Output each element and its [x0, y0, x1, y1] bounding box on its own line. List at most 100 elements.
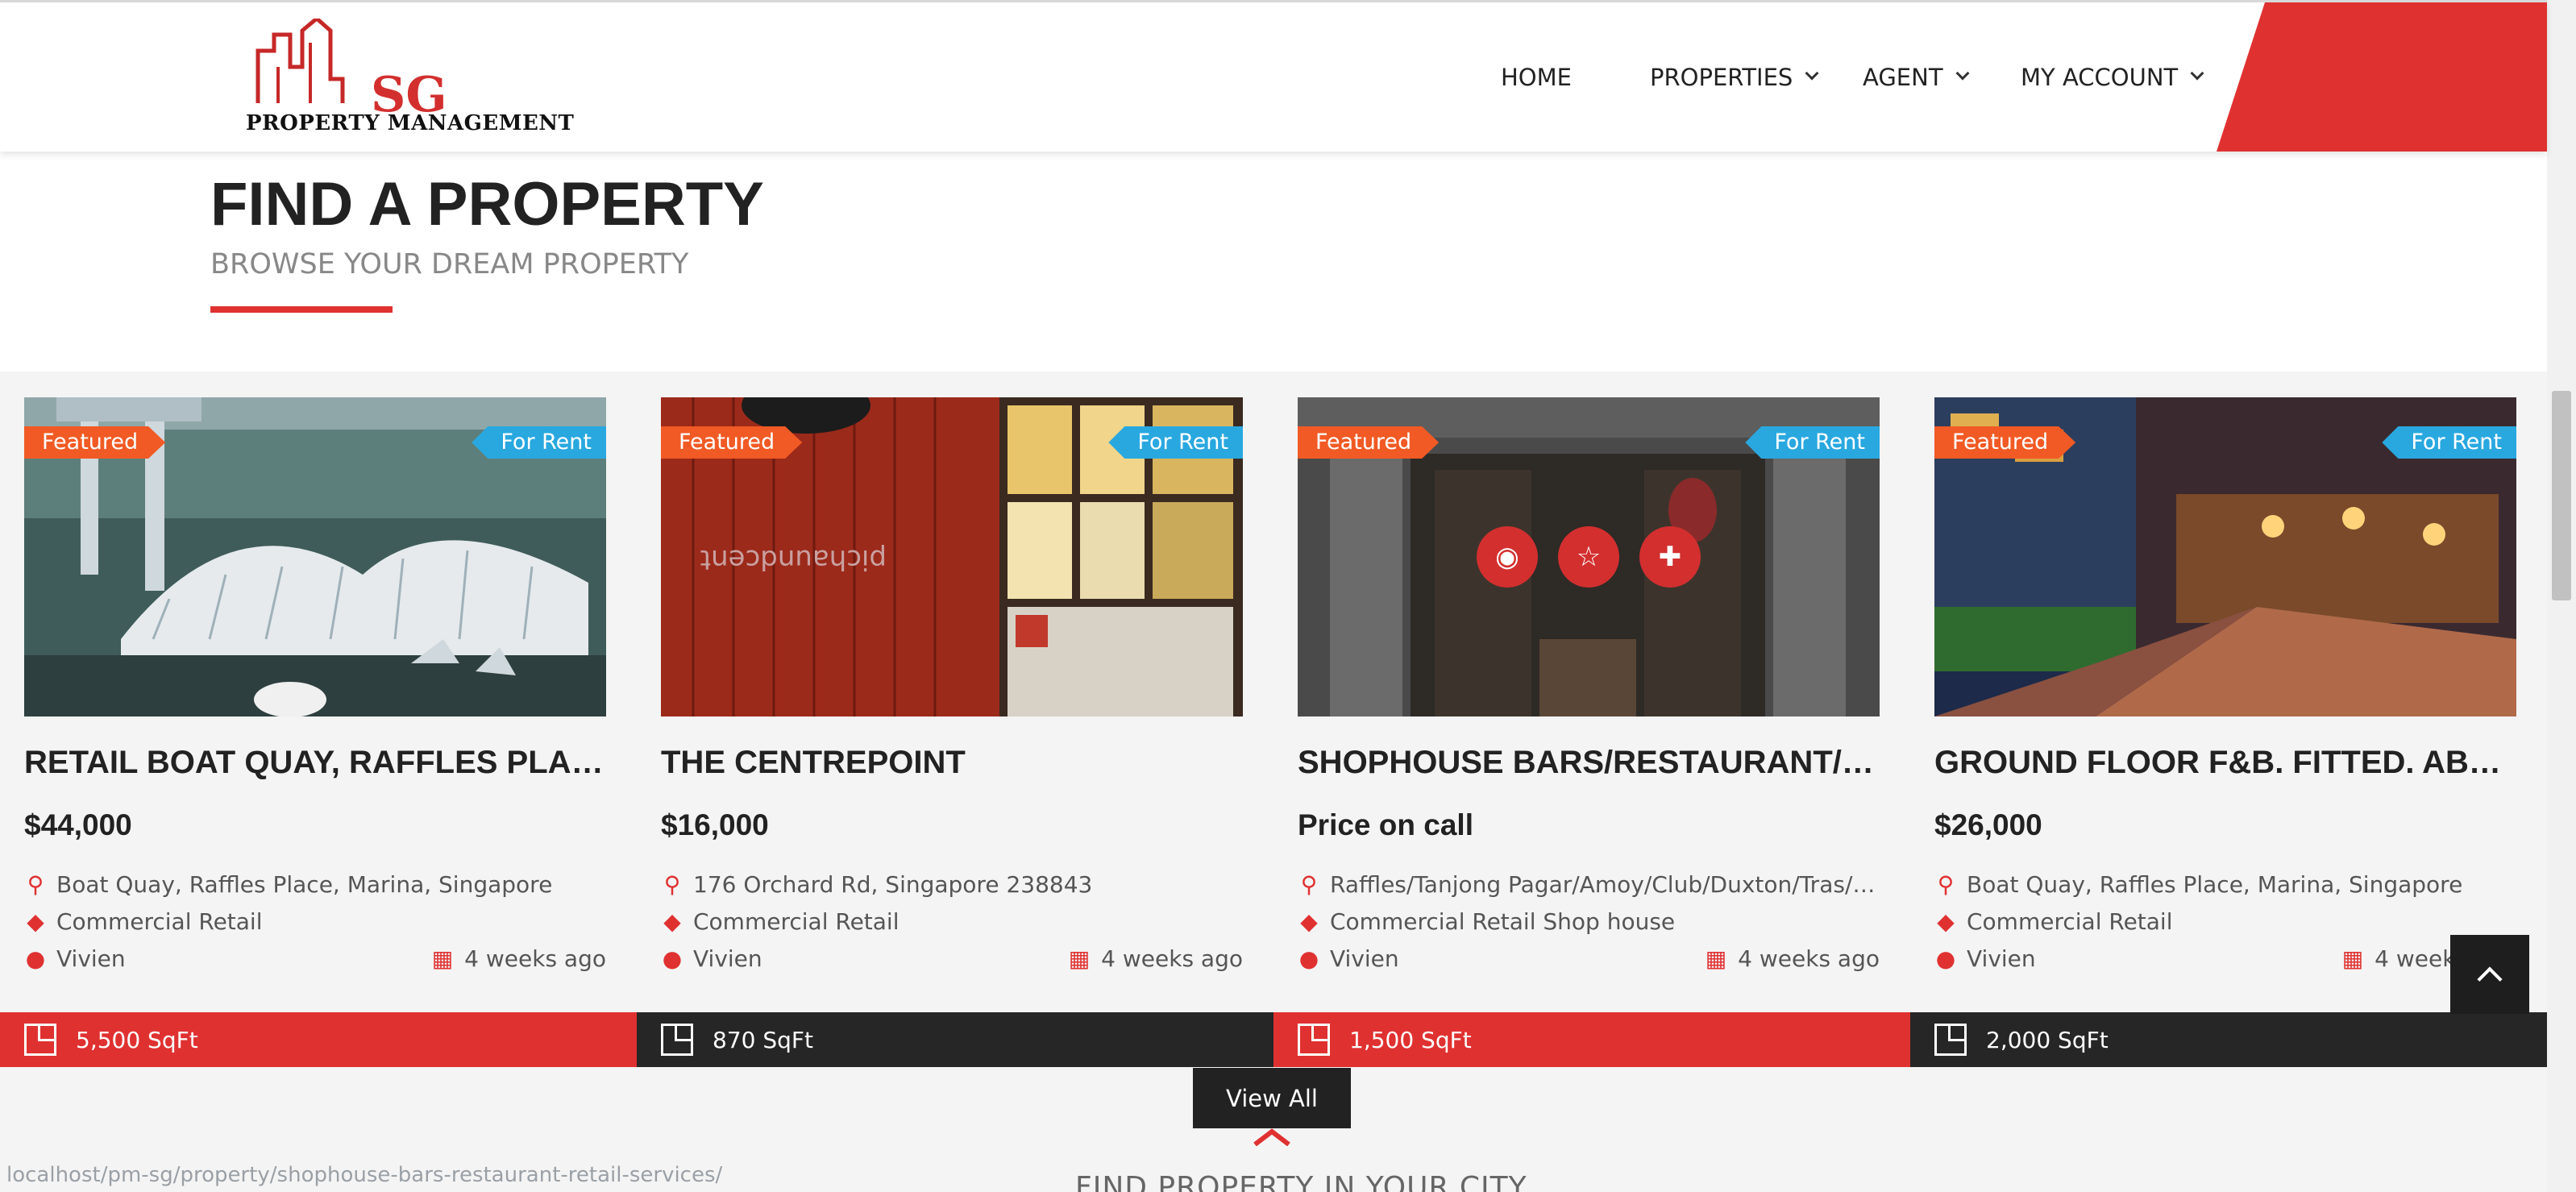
agent-text: Vivien [693, 945, 762, 972]
area-text: 2,000 SqFt [1986, 1026, 2109, 1053]
property-image[interactable]: pichaundcent Featured For Rent [661, 397, 1243, 716]
site-header: SG PROPERTY MANAGEMENT HOME PROPERTIES A… [0, 0, 2547, 152]
location-text: 176 Orchard Rd, Singapore 238843 [693, 871, 1093, 898]
property-price: $26,000 [1934, 808, 2042, 841]
type-text: Commercial Retail [1967, 908, 2173, 935]
user-icon: ● [662, 945, 683, 972]
browser-status-url: localhost/pm-sg/property/shophouse-bars-… [6, 1163, 723, 1187]
location-text: Boat Quay, Raffles Place, Marina, Singap… [56, 871, 553, 898]
property-agent[interactable]: ● Vivien [1934, 945, 2257, 972]
floorplan-icon [24, 1024, 56, 1056]
nav-my-account[interactable]: MY ACCOUNT [2021, 64, 2204, 91]
property-price: $16,000 [661, 808, 769, 841]
tag-icon: ◆ [663, 908, 681, 935]
property-title[interactable]: SHOPHOUSE BARS/RESTAURANT/RETAIL SERVICE… [1298, 745, 1880, 781]
back-to-top-button[interactable] [2450, 935, 2529, 1014]
property-card[interactable]: Featured For Rent RETAIL BOAT QUAY, RAFF… [0, 372, 637, 1068]
image-action-buttons: ◉ ☆ ✚ [1298, 526, 1880, 588]
property-card[interactable]: pichaundcent Featured For Rent THE CENTR… [637, 372, 1273, 1068]
site-logo[interactable]: SG PROPERTY MANAGEMENT [246, 19, 574, 139]
property-date: ▦ 4 weeks ago [1069, 945, 1243, 972]
section-underline [210, 306, 393, 313]
location-text: Boat Quay, Raffles Place, Marina, Singap… [1967, 871, 2463, 898]
nav-properties[interactable]: PROPERTIES [1650, 64, 1819, 91]
tag-icon: ◆ [1300, 908, 1318, 935]
area-text: 5,500 SqFt [76, 1026, 198, 1053]
nav-home[interactable]: HOME [1501, 64, 1572, 91]
property-type: ◆ Commercial Retail [24, 908, 606, 935]
property-type: ◆ Commercial Retail [661, 908, 1243, 935]
property-price: $44,000 [24, 808, 132, 841]
featured-badge: Featured [661, 426, 803, 459]
chevron-down-icon [1805, 66, 1819, 81]
map-marker-icon: ⚲ [663, 871, 681, 898]
view-all-label: View All [1226, 1084, 1318, 1112]
status-badge: For Rent [1745, 426, 1880, 459]
property-agent[interactable]: ● Vivien [661, 945, 983, 972]
chevron-down-icon [2190, 66, 2204, 81]
calendar-icon: ▦ [2341, 945, 2364, 972]
type-text: Commercial Retail [693, 908, 900, 935]
property-area-bar: 1,500 SqFt [1273, 1012, 1910, 1067]
area-text: 870 SqFt [713, 1026, 813, 1053]
map-marker-icon: ⚲ [1937, 871, 1955, 898]
property-area-bar: 5,500 SqFt [0, 1012, 637, 1067]
calendar-icon: ▦ [431, 945, 454, 972]
status-badge: For Rent [2382, 426, 2516, 459]
header-accent-shape [2217, 2, 2547, 152]
property-area-bar: 870 SqFt [637, 1012, 1273, 1067]
nav-agent-label: AGENT [1863, 64, 1943, 91]
property-image[interactable]: Featured For Rent ◉ ☆ ✚ [1298, 397, 1880, 716]
floorplan-icon [1298, 1024, 1330, 1056]
plus-icon[interactable]: ✚ [1639, 526, 1701, 588]
property-price: Price on call [1298, 808, 1473, 841]
property-card[interactable]: Featured For Rent ◉ ☆ ✚ SHOPHOUSE BARS/R… [1273, 372, 1910, 1068]
agent-text: Vivien [1330, 945, 1399, 972]
map-marker-icon: ⚲ [1300, 871, 1318, 898]
chevron-up-icon [1253, 1128, 1290, 1146]
calendar-icon: ▦ [1068, 945, 1091, 972]
featured-badge: Featured [1298, 426, 1440, 459]
featured-badge: Featured [1934, 426, 2076, 459]
nav-properties-label: PROPERTIES [1650, 64, 1793, 91]
chevron-down-icon [1955, 66, 1970, 81]
property-location: ⚲ Raffles/Tanjong Pagar/Amoy/Club/Duxton/… [1298, 871, 1880, 898]
nav-agent[interactable]: AGENT [1863, 64, 1970, 91]
nav-my-account-label: MY ACCOUNT [2021, 64, 2179, 91]
property-agent[interactable]: ● Vivien [24, 945, 347, 972]
property-title[interactable]: GROUND FLOOR F&B. FITTED. ABOVE MRT [1934, 745, 2516, 781]
area-text: 1,500 SqFt [1349, 1026, 1472, 1053]
agent-text: Vivien [56, 945, 126, 972]
camera-icon[interactable]: ◉ [1477, 526, 1538, 588]
section-subtitle: BROWSE YOUR DREAM PROPERTY [210, 248, 689, 280]
time-text: 4 weeks ago [1101, 945, 1243, 972]
scrollbar-thumb[interactable] [2552, 391, 2571, 600]
property-type: ◆ Commercial Retail [1934, 908, 2516, 935]
view-all-button[interactable]: View All [1193, 1068, 1351, 1128]
property-location: ⚲ Boat Quay, Raffles Place, Marina, Singa… [1934, 871, 2516, 898]
tag-icon: ◆ [27, 908, 44, 935]
user-icon: ● [1298, 945, 1319, 972]
property-location: ⚲ 176 Orchard Rd, Singapore 238843 [661, 871, 1243, 898]
property-image[interactable]: Featured For Rent [24, 397, 606, 716]
property-type: ◆ Commercial Retail Shop house [1298, 908, 1880, 935]
property-location: ⚲ Boat Quay, Raffles Place, Marina, Singa… [24, 871, 606, 898]
time-text: 4 weeks ago [464, 945, 606, 972]
logo-name-text: PROPERTY MANAGEMENT [246, 111, 575, 135]
star-icon[interactable]: ☆ [1558, 526, 1619, 588]
property-image[interactable]: Featured For Rent [1934, 397, 2516, 716]
svg-text:pichaundcent: pichaundcent [700, 543, 887, 575]
agent-text: Vivien [1967, 945, 2036, 972]
property-date: ▦ 4 weeks ago [432, 945, 606, 972]
calendar-icon: ▦ [1705, 945, 1727, 972]
featured-badge: Featured [24, 426, 166, 459]
location-text: Raffles/Tanjong Pagar/Amoy/Club/Duxton/T… [1330, 871, 1880, 898]
floorplan-icon [661, 1024, 693, 1056]
property-agent[interactable]: ● Vivien [1298, 945, 1620, 972]
next-section-title: FIND PROPERTY IN YOUR CITY [1075, 1171, 1527, 1192]
nav-home-label: HOME [1501, 64, 1572, 91]
property-area-bar: 2,000 SqFt [1910, 1012, 2547, 1067]
property-title[interactable]: RETAIL BOAT QUAY, RAFFLES PLACE, MARINA [24, 745, 606, 781]
property-title[interactable]: THE CENTREPOINT [661, 745, 1243, 781]
map-marker-icon: ⚲ [27, 871, 44, 898]
